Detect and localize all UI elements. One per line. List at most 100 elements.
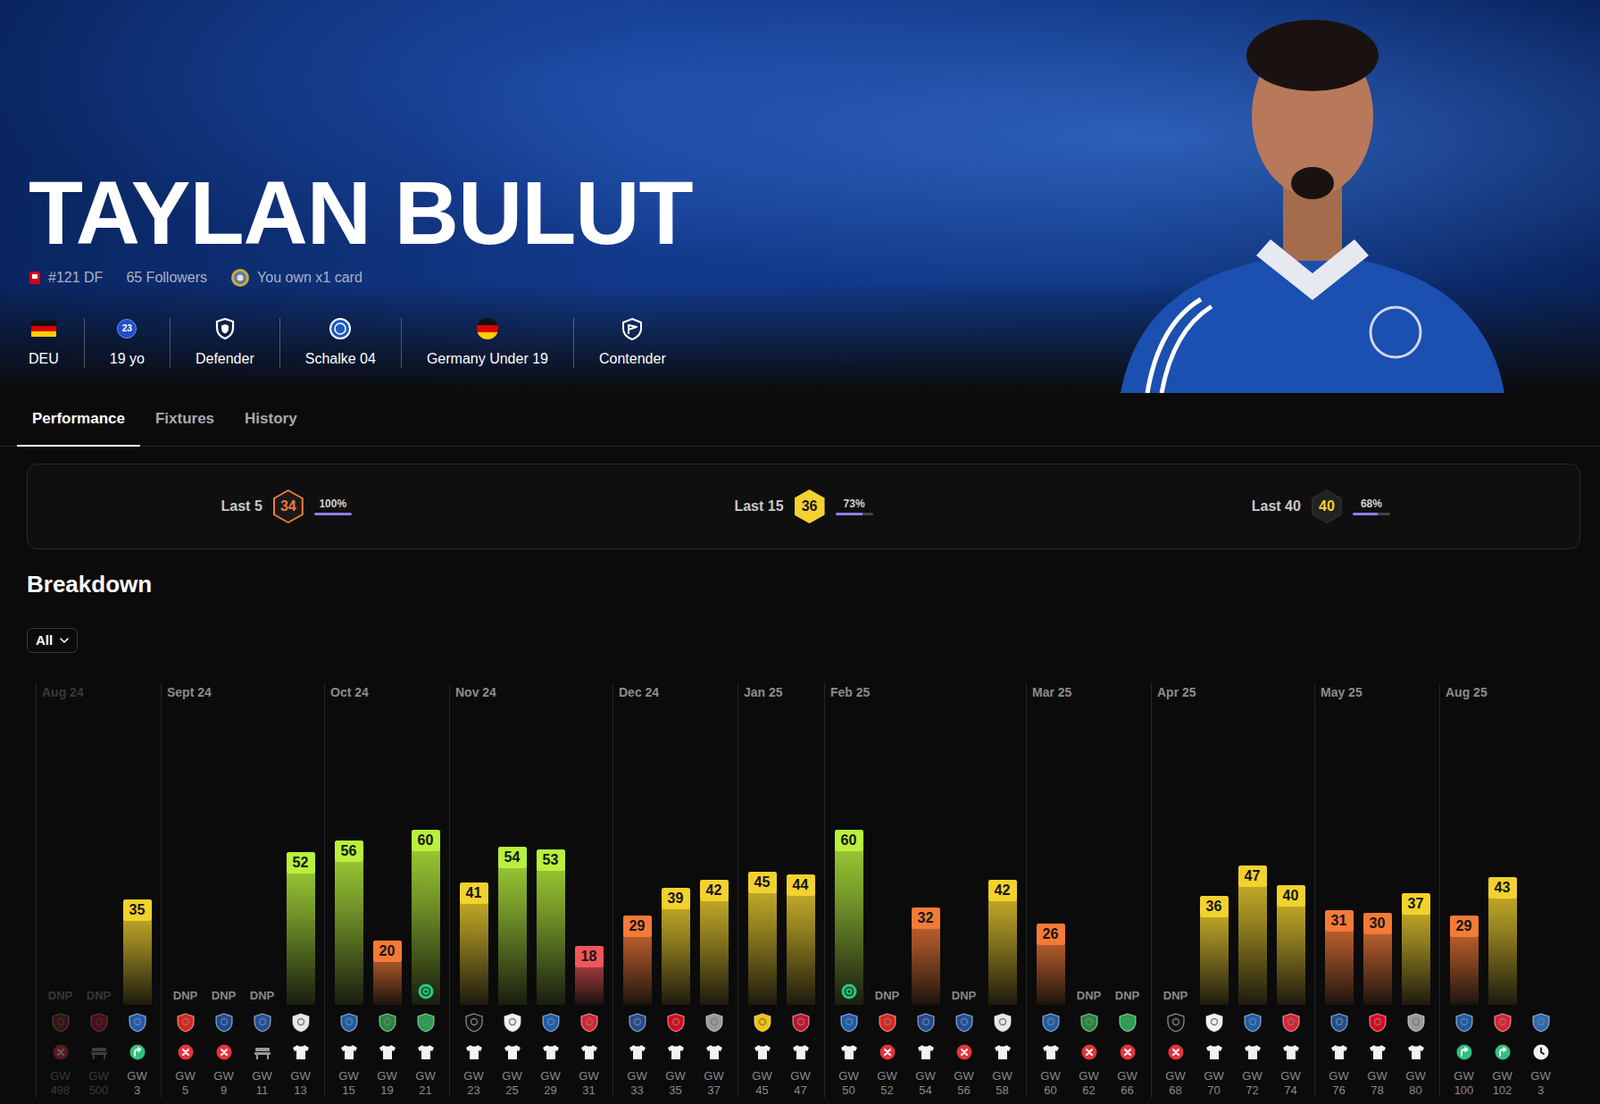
status-box [628,1041,647,1062]
game-column[interactable]: DNPGW 498 [41,700,80,1098]
dnp-label: DNP [1163,988,1188,1003]
game-column[interactable]: DNPGW 500 [79,700,118,1098]
dnp-label: DNP [48,988,73,1003]
game-column[interactable]: 41GW 23 [454,700,493,1098]
month-games: DNP GW 68 36GW 7047GW 7240GW 74 [1156,700,1310,1098]
month-label: Apr 25 [1156,683,1310,701]
shirt-icon [705,1043,724,1060]
status-box [90,1041,109,1062]
game-column[interactable]: DNPGW 9 [204,700,243,1098]
score-label: 53 [536,849,566,871]
opponent-crest-icon [1406,1011,1426,1034]
opponent-crest-icon [627,1011,648,1034]
meta-item: You own x1 card [230,267,363,288]
game-column[interactable]: 37GW 80 [1396,700,1435,1098]
national-flag-icon [475,316,500,341]
game-column[interactable]: DNP GW 68 [1156,700,1195,1098]
game-column[interactable]: GW 3 [1521,700,1560,1098]
status-box [1456,1041,1473,1062]
month-group: Sept 24DNPGW 5DNPGW 9DNPGW 1152GW 13 [160,683,325,1098]
score-label: 26 [1036,923,1066,945]
game-column[interactable]: 47GW 72 [1233,700,1272,1098]
status-box [1243,1041,1262,1062]
opponent-crest-icon [1531,1011,1551,1034]
score-label: 42 [988,879,1017,901]
tab[interactable]: Fixtures [140,392,230,447]
bench-icon [90,1043,109,1060]
status-box [705,1041,724,1062]
game-column[interactable]: DNPGW 62 [1069,700,1109,1098]
bar-area: 45 [742,700,782,1005]
game-column[interactable]: 32GW 54 [906,700,945,1098]
game-column[interactable]: 44GW 47 [781,700,820,1098]
score-label: 52 [286,851,316,874]
game-column[interactable]: DNPGW 11 [242,700,282,1098]
tab[interactable]: History [229,392,313,447]
game-column[interactable]: 36GW 70 [1194,700,1234,1098]
defender-shield-icon [215,317,235,340]
score-label: 37 [1401,892,1431,915]
game-column[interactable]: 31GW 76 [1319,700,1359,1098]
game-column[interactable]: 56GW 15 [329,700,368,1098]
month-games: 60GW 50DNPGW 5232GW 54DNPGW 5642GW 58 [829,700,1022,1098]
clock-icon [1533,1043,1550,1060]
game-column[interactable]: 29GW 100 [1444,700,1484,1098]
game-column[interactable]: 53GW 29 [531,700,570,1098]
score-label: 35 [123,899,152,921]
status-box [340,1041,359,1062]
game-column[interactable]: 40GW 74 [1271,700,1310,1098]
game-column[interactable]: 43GW 102 [1483,700,1522,1098]
game-column[interactable]: DNPGW 52 [867,700,907,1098]
month-games: 26GW 60DNPGW 62DNPGW 66 [1031,700,1147,1098]
gameweek-label: GW 54 [915,1068,935,1098]
game-column[interactable]: DNPGW 56 [944,700,984,1098]
game-column[interactable]: 60GW 50 [829,700,868,1098]
opponent-crest-icon [666,1011,686,1034]
chevron-down-icon [59,637,69,643]
score-hexagon: 36 [794,489,825,524]
tab[interactable]: Performance [16,392,141,447]
bar-area: 41 [454,700,493,1005]
game-column[interactable]: 52GW 13 [281,700,320,1098]
month-label: Feb 25 [829,683,1022,701]
game-column[interactable]: 39GW 35 [656,700,695,1098]
filter-dropdown[interactable]: All [26,627,78,653]
game-column[interactable]: DNPGW 5 [166,700,205,1098]
shirt-icon [1041,1043,1060,1060]
opponent-crest-icon [1166,1011,1186,1034]
opponent-crest-icon [502,1011,523,1034]
bar-area: 18 [569,700,609,1005]
month-label: Oct 24 [329,683,445,701]
bar-area: 47 [1233,700,1272,1005]
opponent-crest-icon [791,1011,811,1034]
status-box [580,1041,599,1062]
info-label: 19 yo [109,350,145,368]
score-label: Last 40 [1251,495,1301,517]
game-column[interactable]: 60GW 21 [406,700,445,1098]
score-bar: 52 [286,851,316,1005]
gameweek-label: GW 47 [790,1068,810,1098]
score-hexagon-inner: 40 [1313,491,1341,522]
game-column[interactable]: 29GW 33 [617,700,657,1098]
game-column[interactable]: 54GW 25 [492,700,532,1098]
game-column[interactable]: 42GW 37 [694,700,734,1098]
game-column[interactable]: 30GW 78 [1358,700,1397,1098]
info-item: Schalke 04 [280,317,402,368]
score-bar: 54 [498,846,527,1005]
game-column[interactable]: 42GW 58 [983,700,1022,1098]
game-column[interactable]: 20GW 19 [367,700,407,1098]
game-column[interactable]: 35GW 3 [117,700,157,1098]
game-column[interactable]: DNPGW 66 [1108,700,1147,1098]
game-column[interactable]: 18 GW 31 [569,700,609,1098]
opponent-crest-icon [877,1011,898,1034]
score-value: 36 [801,495,818,517]
gameweek-label: GW 68 [1165,1068,1185,1098]
score-bar: 18 [575,945,604,1005]
gameweek-label: GW 31 [578,1068,599,1098]
gameweek-label: GW 15 [338,1068,359,1098]
game-column[interactable]: 45GW 45 [742,700,782,1098]
month-label: Mar 25 [1031,683,1147,701]
game-column[interactable]: 26GW 60 [1031,700,1070,1098]
score-label: 40 [1276,884,1306,907]
opponent-crest-icon [252,1011,273,1034]
